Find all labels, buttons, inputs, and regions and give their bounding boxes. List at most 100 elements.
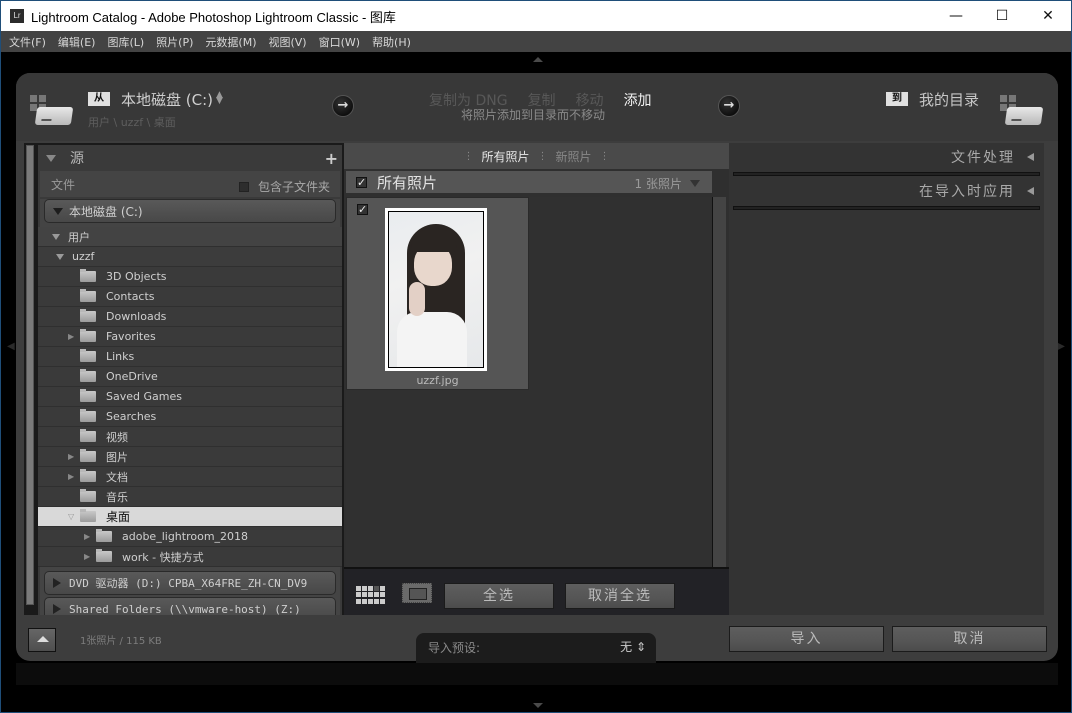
menu-window[interactable]: 窗口(W) <box>319 34 360 50</box>
tree-item-folder[interactable]: OneDrive <box>38 367 342 387</box>
menu-library[interactable]: 图库(L) <box>107 34 144 50</box>
collapse-bottom-panel-icon[interactable] <box>533 703 543 708</box>
menu-help[interactable]: 帮助(H) <box>372 34 411 50</box>
expand-triangle-icon[interactable]: ▶ <box>68 332 80 341</box>
source-dropdown-icon[interactable]: ▲ ▼ <box>216 91 223 106</box>
photo-checkbox[interactable]: ✓ <box>357 204 368 215</box>
preset-label: 导入预设: <box>428 641 481 655</box>
select-all-button[interactable]: 全选 <box>444 583 554 609</box>
minimize-icon: — <box>949 8 963 24</box>
menu-metadata[interactable]: 元数据(M) <box>205 34 256 50</box>
tree-item-folder[interactable]: Links <box>38 347 342 367</box>
tree-item-folder[interactable]: 视频 <box>38 427 342 447</box>
check-all-checkbox[interactable]: ✓ <box>356 176 367 188</box>
grid-scrollbar[interactable] <box>712 197 726 567</box>
grid-view-icon[interactable] <box>356 586 386 604</box>
maximize-icon: ☐ <box>995 8 1009 24</box>
close-icon: ✕ <box>1042 8 1054 24</box>
tree-item-work-shortcut[interactable]: ▶ work - 快捷方式 <box>38 547 342 567</box>
source-badge: 从 <box>88 92 110 106</box>
app-window: Lr Lightroom Catalog - Adobe Photoshop L… <box>0 0 1072 713</box>
folder-icon <box>80 309 96 322</box>
volume-dvd-drive[interactable]: DVD 驱动器 (D:) CPBA_X64FRE_ZH-CN_DV9 <box>44 571 336 595</box>
menu-photo[interactable]: 照片(P) <box>156 34 193 50</box>
section-apply-during-import[interactable]: 在导入时应用 <box>729 177 1044 205</box>
collapse-top-panel-icon[interactable] <box>533 57 543 62</box>
tree-item-adobe-lightroom[interactable]: ▶ adobe_lightroom_2018 <box>38 527 342 547</box>
filter-new-photos[interactable]: 新照片 <box>556 148 592 165</box>
folder-icon <box>80 269 96 282</box>
destination-drive-icon <box>1000 95 1044 129</box>
tree-item-folder[interactable]: Searches <box>38 407 342 427</box>
tree-item-label: work - 快捷方式 <box>122 550 204 564</box>
photo-cell[interactable]: ✓ uzzf.jpg <box>346 197 529 390</box>
import-header: 从 本地磁盘 (C:) ▲ ▼ 用户 \ uzzf \ 桌面 → 复制为 DNG … <box>16 73 1058 141</box>
destination-badge: 到 <box>886 92 908 106</box>
menu-edit[interactable]: 编辑(E) <box>58 34 96 50</box>
cancel-button[interactable]: 取消 <box>892 626 1047 652</box>
selection-info: 1张照片 / 115 KB <box>80 636 162 647</box>
tree-item-label: Links <box>106 350 135 363</box>
expand-triangle-icon: ▽ <box>68 512 75 521</box>
collapse-right-panel-icon[interactable]: ▶ <box>1057 341 1065 352</box>
tree-item-uzzf[interactable]: uzzf <box>38 247 342 267</box>
folder-icon <box>80 469 96 482</box>
folder-icon <box>80 409 96 422</box>
menu-view[interactable]: 视图(V) <box>268 34 306 50</box>
deselect-all-button[interactable]: 取消全选 <box>565 583 675 609</box>
collapse-left-panel-icon[interactable]: ◀ <box>7 341 15 352</box>
tree-item-folder[interactable]: Saved Games <box>38 387 342 407</box>
left-panel-scrollbar[interactable] <box>26 145 34 605</box>
mode-add[interactable]: 添加 <box>624 90 652 110</box>
volume-local-disk[interactable]: 本地磁盘 (C:) <box>44 199 336 223</box>
expand-triangle-icon[interactable]: ▶ <box>68 452 80 461</box>
tree-item-folder[interactable]: 3D Objects <box>38 267 342 287</box>
source-path: 用户 \ uzzf \ 桌面 <box>88 116 176 129</box>
close-button[interactable]: ✕ <box>1025 1 1071 31</box>
volume-label: DVD 驱动器 (D:) CPBA_X64FRE_ZH-CN_DV9 <box>69 577 308 590</box>
source-panel: 源 + 文件 包含子文件夹 本地磁盘 (C:) 用户 uzzf 3D Objec… <box>24 143 344 615</box>
tree-item-label: 文档 <box>106 470 128 484</box>
preset-dropdown[interactable]: 无 ⇕ <box>620 638 646 655</box>
tree-item-label: uzzf <box>72 250 95 263</box>
photo-thumbnail[interactable] <box>385 208 487 371</box>
folder-icon <box>80 449 96 462</box>
tree-item-folder[interactable]: Downloads <box>38 307 342 327</box>
sort-dropdown-icon[interactable] <box>690 180 700 187</box>
include-subfolders-checkbox[interactable]: 包含子文件夹 <box>238 178 330 195</box>
tree-item-users[interactable]: 用户 <box>38 227 342 247</box>
source-panel-header[interactable]: 源 + <box>38 145 342 171</box>
divider <box>733 206 1040 210</box>
photo-count: 1 张照片 <box>634 177 682 191</box>
window-title: Lightroom Catalog - Adobe Photoshop Ligh… <box>31 9 396 25</box>
expand-triangle-icon[interactable]: ▶ <box>84 532 96 541</box>
section-file-handling[interactable]: 文件处理 <box>729 143 1044 171</box>
photo-grid: ✓ uzzf.jpg <box>346 197 712 567</box>
tree-item-folder[interactable]: ▶ Favorites <box>38 327 342 347</box>
tree-item-folder[interactable]: ▶ 文档 <box>38 467 342 487</box>
add-source-icon[interactable]: + <box>325 149 338 168</box>
folder-icon <box>96 529 112 542</box>
source-selector[interactable]: 本地磁盘 (C:) <box>121 89 213 110</box>
minimize-button[interactable]: — <box>933 1 979 31</box>
volume-shared-folders[interactable]: Shared Folders (\\vmware-host) (Z:) <box>44 597 336 615</box>
files-label: 文件 <box>51 177 76 192</box>
maximize-button[interactable]: ☐ <box>979 1 1025 31</box>
expand-triangle-icon[interactable]: ▶ <box>84 552 96 561</box>
expand-triangle-icon <box>1027 187 1034 195</box>
toggle-compact-icon[interactable] <box>28 628 56 652</box>
import-dialog: 从 本地磁盘 (C:) ▲ ▼ 用户 \ uzzf \ 桌面 → 复制为 DNG … <box>16 73 1058 669</box>
tree-item-folder[interactable]: ▶ 图片 <box>38 447 342 467</box>
tree-item-folder[interactable]: Contacts <box>38 287 342 307</box>
files-row: 文件 包含子文件夹 <box>40 171 340 197</box>
folder-icon <box>80 489 96 502</box>
loupe-view-icon[interactable] <box>402 583 432 603</box>
folder-icon <box>80 329 96 342</box>
tree-item-folder[interactable]: 音乐 <box>38 487 342 507</box>
tree-item-desktop-selected[interactable]: ▽ 桌面 <box>38 507 342 527</box>
import-button[interactable]: 导入 <box>729 626 884 652</box>
filter-all-photos[interactable]: 所有照片 <box>481 148 529 165</box>
menu-file[interactable]: 文件(F) <box>9 34 46 50</box>
photo-filename: uzzf.jpg <box>416 374 459 387</box>
expand-triangle-icon[interactable]: ▶ <box>68 472 80 481</box>
